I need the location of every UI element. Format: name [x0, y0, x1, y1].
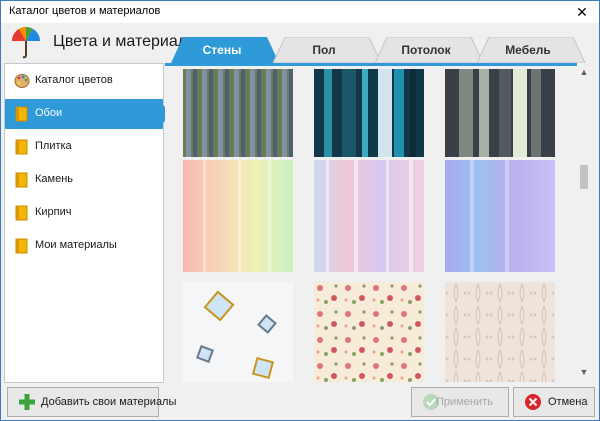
close-icon[interactable]: ✕	[565, 1, 599, 23]
wallpaper-thumbnail[interactable]	[314, 160, 424, 272]
wallpaper-thumbnail[interactable]	[445, 69, 555, 157]
tab-ceiling-label: Потолок	[401, 43, 451, 57]
cancel-label: Отмена	[548, 396, 588, 408]
tab-ceiling[interactable]: Потолок	[375, 37, 487, 63]
sidebar-item-wallpaper[interactable]: Обои	[5, 99, 172, 129]
application-window: Каталог цветов и материалов ✕ Цвета и ма…	[0, 0, 600, 421]
sidebar: Каталог цветов Обои Плитка Камень Кирпич…	[4, 63, 172, 383]
book-icon	[15, 106, 28, 122]
scroll-up-arrow-icon[interactable]: ▲	[577, 65, 591, 79]
vertical-scrollbar[interactable]: ▲ ▼	[577, 63, 591, 381]
scrollbar-thumb[interactable]	[580, 165, 588, 189]
tab-furniture-label: Мебель	[505, 43, 551, 57]
wallpaper-thumbnail[interactable]	[183, 160, 293, 272]
cancel-button[interactable]: Отмена	[513, 387, 595, 417]
wallpaper-thumbnail[interactable]	[183, 69, 293, 157]
sidebar-item-label: Мои материалы	[35, 239, 117, 251]
footer: Добавить свои материалы Применить Отмена	[1, 383, 599, 420]
palette-icon	[14, 74, 30, 88]
wallpaper-thumbnail[interactable]	[445, 160, 555, 272]
book-icon	[15, 205, 28, 221]
sidebar-item-my-materials[interactable]: Мои материалы	[5, 231, 163, 261]
tab-furniture[interactable]: Мебель	[477, 37, 589, 63]
sidebar-item-label: Плитка	[35, 140, 72, 152]
sidebar-item-color-catalog[interactable]: Каталог цветов	[5, 66, 163, 96]
wallpaper-thumbnail[interactable]	[314, 69, 424, 157]
sidebar-item-label: Кирпич	[35, 206, 72, 218]
sidebar-item-stone[interactable]: Камень	[5, 165, 163, 195]
scroll-down-arrow-icon[interactable]: ▼	[577, 365, 591, 379]
add-materials-label: Добавить свои материалы	[41, 396, 177, 408]
wallpaper-thumbnail[interactable]	[314, 282, 424, 382]
wallpaper-thumbnail[interactable]	[445, 282, 555, 382]
book-icon	[15, 139, 28, 155]
apply-label: Применить	[436, 396, 493, 408]
tab-walls-label: Стены	[202, 43, 242, 57]
tab-floor-label: Пол	[312, 43, 336, 57]
sidebar-item-label: Каталог цветов	[35, 74, 113, 86]
sidebar-item-brick[interactable]: Кирпич	[5, 198, 163, 228]
apply-button[interactable]: Применить	[411, 387, 509, 417]
sidebar-item-label: Обои	[35, 107, 63, 119]
material-grid	[165, 63, 591, 384]
cancel-circle-icon	[525, 394, 541, 410]
add-materials-button[interactable]: Добавить свои материалы	[7, 387, 176, 417]
title-bar: Каталог цветов и материалов ✕	[1, 1, 599, 23]
wallpaper-thumbnail[interactable]	[183, 282, 293, 382]
tab-floor[interactable]: Пол	[273, 37, 385, 63]
tab-walls[interactable]: Стены	[171, 37, 283, 63]
book-icon	[15, 172, 28, 188]
umbrella-palette-icon	[12, 27, 40, 59]
sidebar-item-label: Камень	[35, 173, 74, 185]
tab-bar: Стены Пол Потолок Мебель	[171, 37, 591, 63]
book-icon	[15, 238, 28, 254]
window-title: Каталог цветов и материалов	[9, 5, 161, 17]
plus-icon	[19, 394, 35, 410]
sidebar-item-tile[interactable]: Плитка	[5, 132, 163, 162]
